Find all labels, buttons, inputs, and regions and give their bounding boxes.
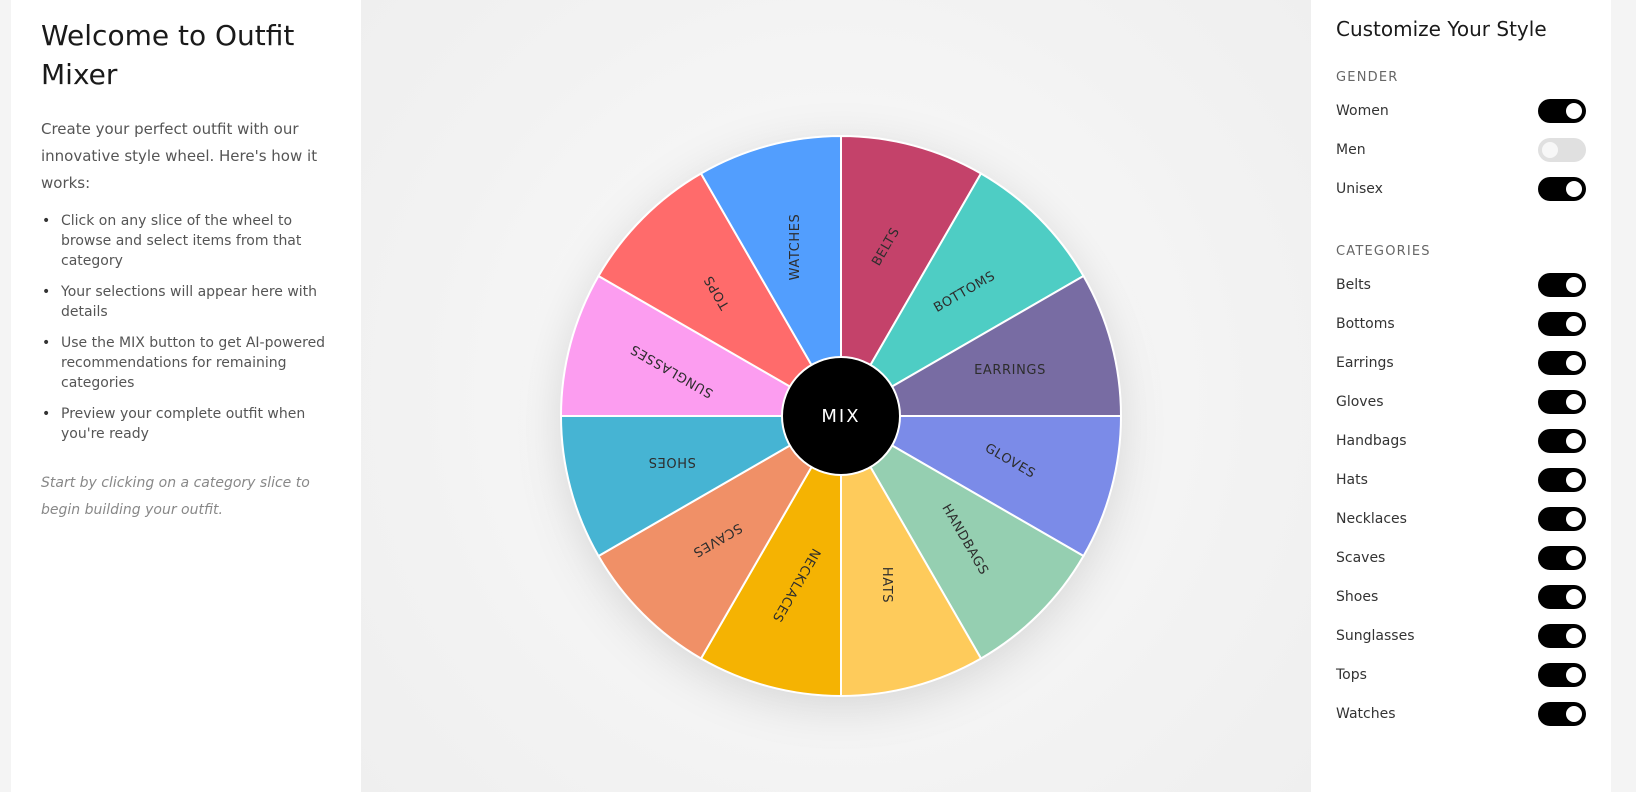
category-row-belts: Belts (1336, 265, 1586, 304)
intro-description: Create your perfect outfit with our inno… (41, 120, 318, 192)
category-row-tops: Tops (1336, 655, 1586, 694)
toggle-label: Earrings (1336, 354, 1394, 371)
category-row-gloves: Gloves (1336, 382, 1586, 421)
category-toggle-hats[interactable] (1538, 467, 1586, 492)
gender-row-unisex: Unisex (1336, 169, 1586, 208)
customize-panel: Customize Your Style GENDER Women Men Un… (1311, 0, 1611, 792)
instruction-item: Preview your complete outfit when you're… (41, 404, 331, 444)
category-row-necklaces: Necklaces (1336, 499, 1586, 538)
toggle-label: Sunglasses (1336, 627, 1415, 644)
category-row-watches: Watches (1336, 694, 1586, 733)
gender-heading: GENDER (1336, 70, 1399, 85)
category-toggle-shoes[interactable] (1538, 584, 1586, 609)
gender-toggle-women[interactable] (1538, 98, 1586, 123)
wheel-area: BELTS BOTTOMS EARRINGS GLOVES HANDBAGS HATS NE… (361, 0, 1311, 792)
instruction-item: Click on any slice of the wheel to brows… (41, 211, 331, 271)
toggle-label: Belts (1336, 276, 1371, 293)
category-row-shoes: Shoes (1336, 577, 1586, 616)
toggle-knob (1542, 141, 1558, 158)
toggle-label: Bottoms (1336, 315, 1395, 332)
gender-toggle-unisex[interactable] (1538, 176, 1586, 201)
toggle-label: Shoes (1336, 588, 1379, 605)
instruction-item: Your selections will appear here with de… (41, 282, 331, 322)
toggle-label: Watches (1336, 705, 1396, 722)
wheel-slice-label: EARRINGS (974, 363, 1046, 378)
toggle-knob (1566, 276, 1582, 293)
toggle-knob (1566, 315, 1582, 332)
category-toggle-tops[interactable] (1538, 662, 1586, 687)
toggle-knob (1566, 666, 1582, 683)
category-row-earrings: Earrings (1336, 343, 1586, 382)
toggle-knob (1566, 549, 1582, 566)
category-toggle-scaves[interactable] (1538, 545, 1586, 570)
gender-toggle-list: Women Men Unisex (1336, 91, 1586, 208)
toggle-knob (1566, 354, 1582, 371)
category-toggle-watches[interactable] (1538, 701, 1586, 726)
toggle-label: Women (1336, 102, 1389, 119)
category-toggle-sunglasses[interactable] (1538, 623, 1586, 648)
category-toggle-necklaces[interactable] (1538, 506, 1586, 531)
category-toggle-gloves[interactable] (1538, 389, 1586, 414)
customize-title: Customize Your Style (1336, 17, 1547, 41)
toggle-label: Necklaces (1336, 510, 1407, 527)
gender-toggle-men[interactable] (1538, 137, 1586, 162)
toggle-label: Hats (1336, 471, 1368, 488)
toggle-knob (1566, 471, 1582, 488)
toggle-knob (1566, 393, 1582, 410)
toggle-knob (1566, 627, 1582, 644)
toggle-label: Scaves (1336, 549, 1386, 566)
category-row-scaves: Scaves (1336, 538, 1586, 577)
gender-row-women: Women (1336, 91, 1586, 130)
mix-button[interactable]: MIX (781, 356, 901, 476)
toggle-knob (1566, 102, 1582, 119)
categories-heading: CATEGORIES (1336, 244, 1431, 259)
category-toggle-list: Belts Bottoms Earrings Gloves Handbags H… (1336, 265, 1586, 733)
toggle-label: Unisex (1336, 180, 1383, 197)
category-toggle-bottoms[interactable] (1538, 311, 1586, 336)
category-toggle-earrings[interactable] (1538, 350, 1586, 375)
toggle-label: Handbags (1336, 432, 1407, 449)
category-row-handbags: Handbags (1336, 421, 1586, 460)
wheel-slice-label: WATCHES (788, 214, 803, 281)
toggle-label: Gloves (1336, 393, 1384, 410)
category-toggle-handbags[interactable] (1538, 428, 1586, 453)
toggle-label: Tops (1336, 666, 1367, 683)
toggle-label: Men (1336, 141, 1366, 158)
start-hint: Start by clicking on a category slice to… (41, 475, 310, 518)
wheel-slice-label: HATS (879, 567, 894, 603)
intro-panel: Welcome to Outfit Mixer Create your perf… (11, 0, 361, 792)
toggle-knob (1566, 180, 1582, 197)
category-row-hats: Hats (1336, 460, 1586, 499)
category-row-sunglasses: Sunglasses (1336, 616, 1586, 655)
page-title: Welcome to Outfit Mixer (41, 19, 295, 91)
wheel-slice-label: SHOES (648, 454, 696, 469)
toggle-knob (1566, 588, 1582, 605)
category-toggle-belts[interactable] (1538, 272, 1586, 297)
instruction-list: Click on any slice of the wheel to brows… (41, 211, 331, 444)
instruction-item: Use the MIX button to get AI-powered rec… (41, 333, 331, 393)
category-row-bottoms: Bottoms (1336, 304, 1586, 343)
style-wheel: BELTS BOTTOMS EARRINGS GLOVES HANDBAGS HATS NE… (556, 131, 1126, 701)
toggle-knob (1566, 432, 1582, 449)
gender-row-men: Men (1336, 130, 1586, 169)
toggle-knob (1566, 510, 1582, 527)
toggle-knob (1566, 705, 1582, 722)
